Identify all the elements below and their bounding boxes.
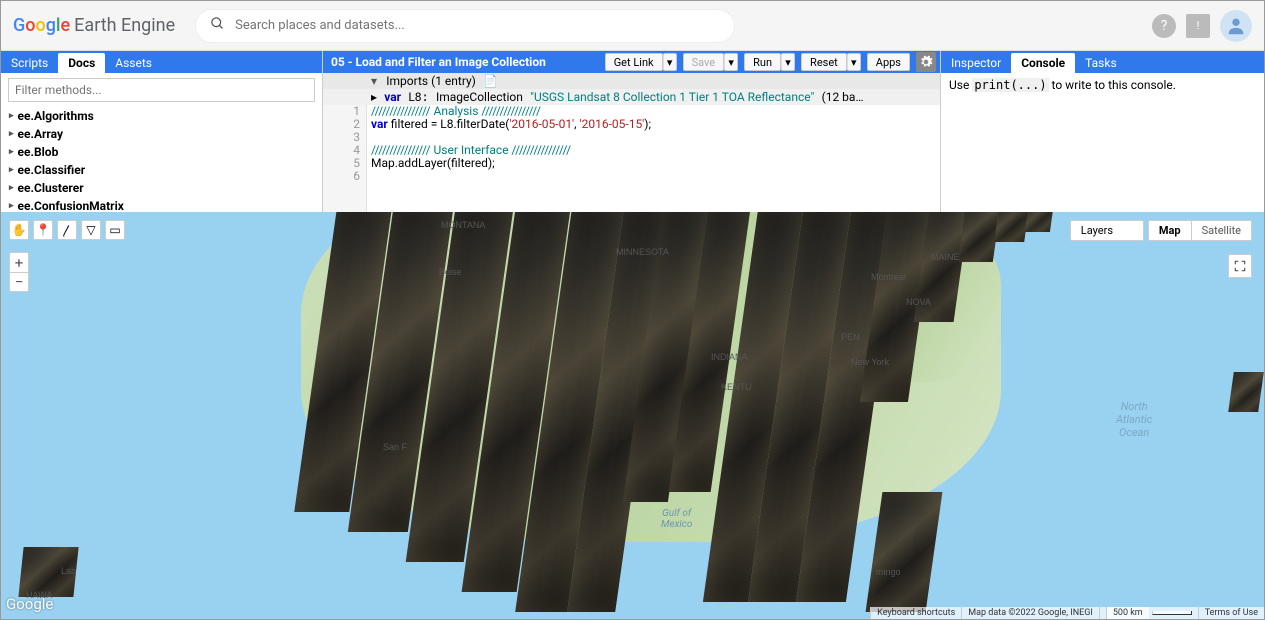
layers-control[interactable]: Layers — [1070, 220, 1144, 241]
attribution: Map data ©2022 Google, INEGI — [961, 607, 1099, 619]
basemap-label: New York — [851, 357, 889, 367]
basemap-label: MAINE — [931, 252, 960, 262]
tab-docs[interactable]: Docs — [58, 53, 105, 73]
gear-icon[interactable] — [916, 52, 936, 72]
map-type-map[interactable]: Map — [1148, 220, 1192, 241]
search-input[interactable] — [235, 18, 720, 33]
gutter: 123456 — [323, 105, 367, 212]
search-icon — [210, 16, 225, 35]
zoom-in-button[interactable]: + — [9, 252, 29, 272]
scale: 500 km — [1099, 607, 1198, 619]
reset-button[interactable]: Reset — [801, 53, 847, 71]
doc-item[interactable]: ee.ConfusionMatrix — [1, 197, 322, 212]
basemap-label: KENTU — [721, 382, 752, 392]
satellite-mosaic — [1, 212, 1264, 619]
doc-item[interactable]: ee.Clusterer — [1, 179, 322, 197]
basemap-label: INDIANA — [711, 352, 748, 362]
rect-tool-icon[interactable]: ▭ — [105, 220, 125, 240]
right-tabs: Inspector Console Tasks — [941, 51, 1264, 73]
get-link-button[interactable]: Get Link — [605, 53, 663, 71]
ocean-label: NorthAtlanticOcean — [1116, 400, 1152, 440]
doc-item[interactable]: ee.Array — [1, 125, 322, 143]
map-footer: Keyboard shortcuts Map data ©2022 Google… — [870, 607, 1264, 619]
help-icon[interactable]: ? — [1152, 14, 1176, 38]
code[interactable]: //////////////// Analysis //////////////… — [367, 105, 940, 212]
doc-item[interactable]: ee.Algorithms — [1, 107, 322, 125]
doc-list[interactable]: ee.Algorithms ee.Array ee.Blob ee.Classi… — [1, 107, 322, 212]
save-button[interactable]: Save — [683, 53, 725, 71]
map-type-satellite[interactable]: Satellite — [1192, 220, 1252, 241]
zoom-out-button[interactable]: − — [9, 272, 29, 292]
basemap-label: MINNESOTA — [616, 247, 669, 257]
logo: Google Earth Engine — [13, 15, 175, 36]
import-line[interactable]: ▸ var L8: ImageCollection "USGS Landsat … — [323, 89, 940, 105]
get-link-dropdown[interactable]: ▾ — [663, 53, 677, 71]
filter-input[interactable] — [9, 79, 314, 101]
avatar[interactable] — [1220, 10, 1252, 42]
basemap-label: Montreal — [871, 272, 906, 282]
basemap-label: PEN — [841, 332, 860, 342]
code-editor[interactable]: 123456 //////////////// Analysis ///////… — [323, 105, 940, 212]
point-tool-icon[interactable]: 📍 — [33, 220, 53, 240]
search-bar[interactable] — [195, 9, 735, 43]
basemap-label: Lab — [61, 566, 76, 576]
keyboard-shortcuts[interactable]: Keyboard shortcuts — [870, 607, 961, 619]
left-tabs: Scripts Docs Assets — [1, 51, 322, 73]
feedback-icon[interactable]: ! — [1186, 14, 1210, 38]
script-title: 05 - Load and Filter an Image Collection — [327, 55, 605, 69]
imports-header[interactable]: ▾ Imports (1 entry) 📄 — [323, 73, 940, 89]
basemap-label: San F — [383, 442, 407, 452]
map[interactable]: Gulf ofMexico NorthAtlanticOcean MONTANA… — [1, 212, 1264, 619]
run-dropdown[interactable]: ▾ — [781, 53, 795, 71]
tab-tasks[interactable]: Tasks — [1075, 53, 1127, 73]
gulf-label: Gulf ofMexico — [661, 508, 692, 530]
apps-button[interactable]: Apps — [867, 53, 910, 71]
basemap-label: Boise — [439, 267, 462, 277]
console-body: Use print(...) to write to this console. — [941, 73, 1264, 97]
basemap-label: NOVA — [906, 297, 931, 307]
line-tool-icon[interactable]: 〳 — [57, 220, 77, 240]
pan-tool-icon[interactable]: ✋ — [9, 220, 29, 240]
tab-scripts[interactable]: Scripts — [1, 53, 58, 73]
basemap-label: mingo — [876, 567, 901, 577]
doc-item[interactable]: ee.Classifier — [1, 161, 322, 179]
terms-link[interactable]: Terms of Use — [1198, 607, 1264, 619]
tab-console[interactable]: Console — [1011, 53, 1075, 73]
doc-item[interactable]: ee.Blob — [1, 143, 322, 161]
save-dropdown[interactable]: ▾ — [724, 53, 738, 71]
poly-tool-icon[interactable]: ▽ — [81, 220, 101, 240]
run-button[interactable]: Run — [744, 53, 781, 71]
tab-inspector[interactable]: Inspector — [941, 53, 1011, 73]
google-watermark: Google — [6, 595, 53, 613]
reset-dropdown[interactable]: ▾ — [847, 53, 861, 71]
basemap-label: MONTANA — [441, 220, 485, 230]
fullscreen-icon[interactable] — [1228, 254, 1252, 278]
tab-assets[interactable]: Assets — [105, 53, 162, 73]
